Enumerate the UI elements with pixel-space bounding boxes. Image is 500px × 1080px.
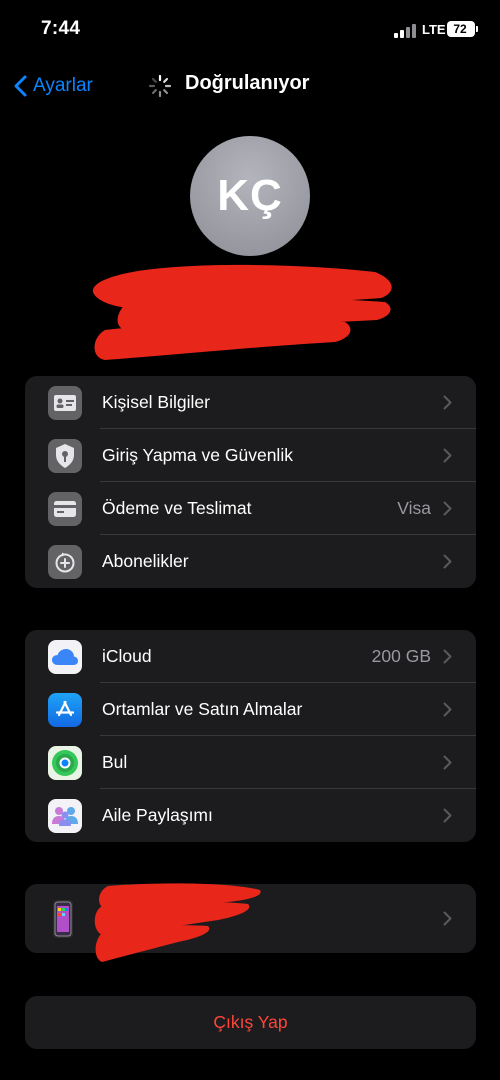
redacted-device-name: [94, 883, 261, 962]
find-my-icon: [48, 746, 82, 780]
row-subscriptions[interactable]: Abonelikler: [25, 535, 476, 588]
row-media-purchases[interactable]: Ortamlar ve Satın Almalar: [25, 683, 476, 736]
services-group: iCloud 200 GB Ortamlar ve Satın Almalar …: [25, 630, 476, 842]
battery-level: 72: [453, 22, 467, 36]
status-bar: 7:44 LTE 72: [0, 0, 500, 60]
avatar[interactable]: KÇ: [190, 136, 310, 256]
row-icloud[interactable]: iCloud 200 GB: [25, 630, 476, 683]
chevron-right-icon: [443, 808, 452, 823]
row-personal-info[interactable]: Kişisel Bilgiler: [25, 376, 476, 429]
row-find-my[interactable]: Bul: [25, 736, 476, 789]
sign-out-button[interactable]: Çıkış Yap: [25, 996, 476, 1049]
iphone-icon: [53, 900, 73, 938]
id-card-icon: [48, 386, 82, 420]
chevron-right-icon: [443, 755, 452, 770]
chevron-right-icon: [443, 649, 452, 664]
row-label: iCloud: [102, 646, 152, 666]
row-signin-security[interactable]: Giriş Yapma ve Güvenlik: [25, 429, 476, 482]
row-label: Kişisel Bilgiler: [102, 392, 210, 412]
row-label: Giriş Yapma ve Güvenlik: [102, 445, 293, 465]
page-title: Doğrulanıyor: [185, 72, 310, 94]
subscriptions-icon: [48, 545, 82, 579]
row-label: Aile Paylaşımı: [102, 805, 213, 825]
chevron-right-icon: [443, 395, 452, 410]
cellular-signal-icon: [394, 22, 418, 38]
row-label: Abonelikler: [102, 551, 189, 571]
row-value: Visa: [397, 498, 431, 518]
app-store-icon: [48, 693, 82, 727]
back-label: Ayarlar: [33, 75, 93, 96]
battery-icon: 72: [447, 21, 478, 37]
credit-card-icon: [48, 492, 82, 526]
chevron-right-icon: [443, 448, 452, 463]
network-type: LTE: [422, 22, 446, 37]
chevron-right-icon: [443, 554, 452, 569]
back-button[interactable]: Ayarlar: [14, 71, 93, 101]
row-label: Ortamlar ve Satın Almalar: [102, 699, 303, 719]
family-icon: [48, 799, 82, 833]
chevron-left-icon: [14, 75, 27, 97]
row-family-sharing[interactable]: Aile Paylaşımı: [25, 789, 476, 842]
status-time: 7:44: [41, 18, 81, 39]
avatar-initials: KÇ: [217, 171, 283, 220]
row-label: Bul: [102, 752, 128, 772]
row-value: 200 GB: [371, 646, 431, 666]
icloud-icon: [48, 640, 82, 674]
chevron-right-icon: [443, 702, 452, 717]
chevron-right-icon: [443, 911, 452, 926]
row-payment-shipping[interactable]: Ödeme ve Teslimat Visa: [25, 482, 476, 535]
loading-spinner-icon: [148, 74, 172, 98]
chevron-right-icon: [443, 501, 452, 516]
row-label: Ödeme ve Teslimat: [102, 498, 252, 518]
account-settings-group: Kişisel Bilgiler Giriş Yapma ve Güvenlik…: [25, 376, 476, 588]
redacted-name: [92, 264, 392, 360]
shield-icon: [48, 439, 82, 473]
navigation-bar: Ayarlar Doğrulanıyor: [0, 60, 500, 110]
sign-out-label: Çıkış Yap: [213, 1012, 288, 1032]
